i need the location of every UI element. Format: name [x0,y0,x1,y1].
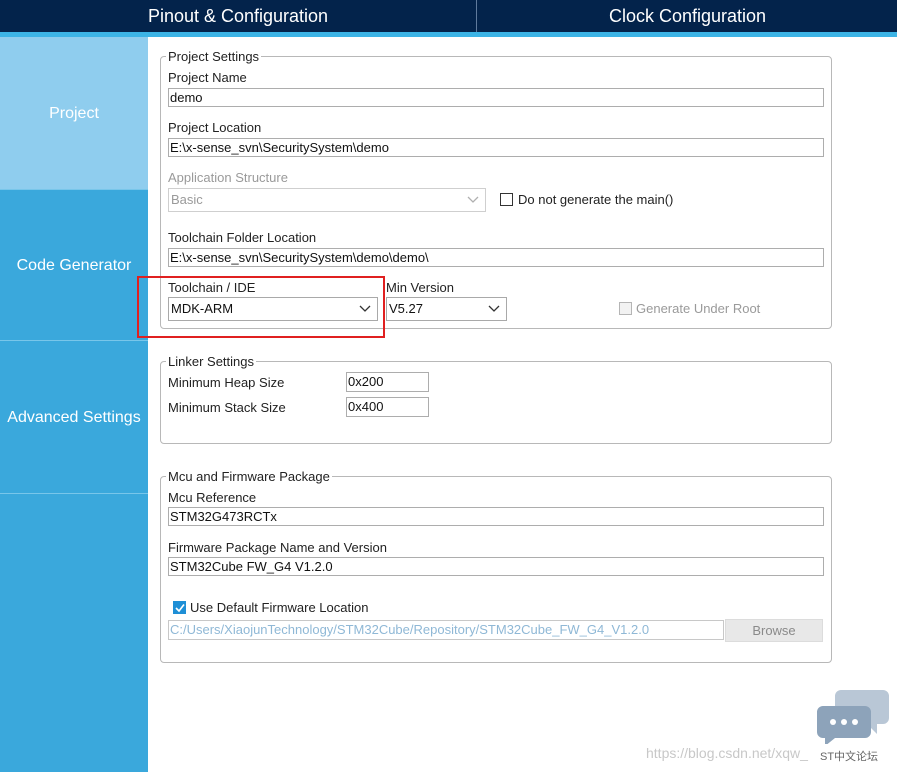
mcu-reference-field[interactable]: STM32G473RCTx [168,507,824,526]
min-version-value: V5.27 [389,301,423,316]
forum-chat-icon [817,690,889,744]
project-location-label: Project Location [168,120,262,135]
firmware-package-field[interactable]: STM32Cube FW_G4 V1.2.0 [168,557,824,576]
use-default-firmware-checkbox[interactable] [173,601,186,614]
top-tab-bar: Pinout & Configuration Clock Configurati… [0,0,897,32]
no-main-checkbox[interactable] [500,193,513,206]
project-settings-legend: Project Settings [166,49,262,64]
firmware-location-field[interactable]: C:/Users/XiaojunTechnology/STM32Cube/Rep… [168,620,724,640]
toolchain-folder-field[interactable]: E:\x-sense_svn\SecuritySystem\demo\demo\ [168,248,824,267]
toolchain-folder-label: Toolchain Folder Location [168,230,317,245]
application-structure-select[interactable]: Basic [168,188,486,212]
use-default-firmware-label: Use Default Firmware Location [190,600,369,615]
firmware-package-label: Firmware Package Name and Version [168,540,387,555]
toolchain-highlight-box [137,276,385,338]
tab-pinout-configuration[interactable]: Pinout & Configuration [0,0,477,32]
application-structure-value: Basic [171,192,203,207]
forum-label: ST中文论坛 [820,751,879,763]
watermark-url: https://blog.csdn.net/xqw_ [646,745,808,761]
mcu-firmware-legend: Mcu and Firmware Package [166,469,332,484]
application-structure-label: Application Structure [168,170,288,185]
sidebar: Project Code Generator Advanced Settings [0,37,148,772]
min-version-select[interactable]: V5.27 [386,297,507,321]
sidebar-item-code-generator[interactable]: Code Generator [0,190,148,341]
sidebar-item-project[interactable]: Project [0,37,148,190]
sidebar-item-advanced-settings[interactable]: Advanced Settings [0,341,148,494]
chevron-down-icon [488,305,500,312]
generate-under-root-label: Generate Under Root [636,301,761,316]
tab-clock-configuration[interactable]: Clock Configuration [478,0,897,32]
project-location-field[interactable]: E:\x-sense_svn\SecuritySystem\demo [168,138,824,157]
min-heap-label: Minimum Heap Size [168,375,285,390]
chevron-down-icon [467,196,479,203]
mcu-reference-label: Mcu Reference [168,490,257,505]
min-stack-field[interactable]: 0x400 [346,397,429,417]
project-name-field[interactable]: demo [168,88,824,107]
min-version-label: Min Version [386,280,454,295]
browse-button[interactable]: Browse [725,619,823,642]
project-name-label: Project Name [168,70,247,85]
min-heap-field[interactable]: 0x200 [346,372,429,392]
no-main-label: Do not generate the main() [518,192,674,207]
generate-under-root-checkbox[interactable] [619,302,632,315]
checkmark-icon [175,604,185,613]
min-stack-label: Minimum Stack Size [168,400,286,415]
linker-settings-legend: Linker Settings [166,354,256,369]
